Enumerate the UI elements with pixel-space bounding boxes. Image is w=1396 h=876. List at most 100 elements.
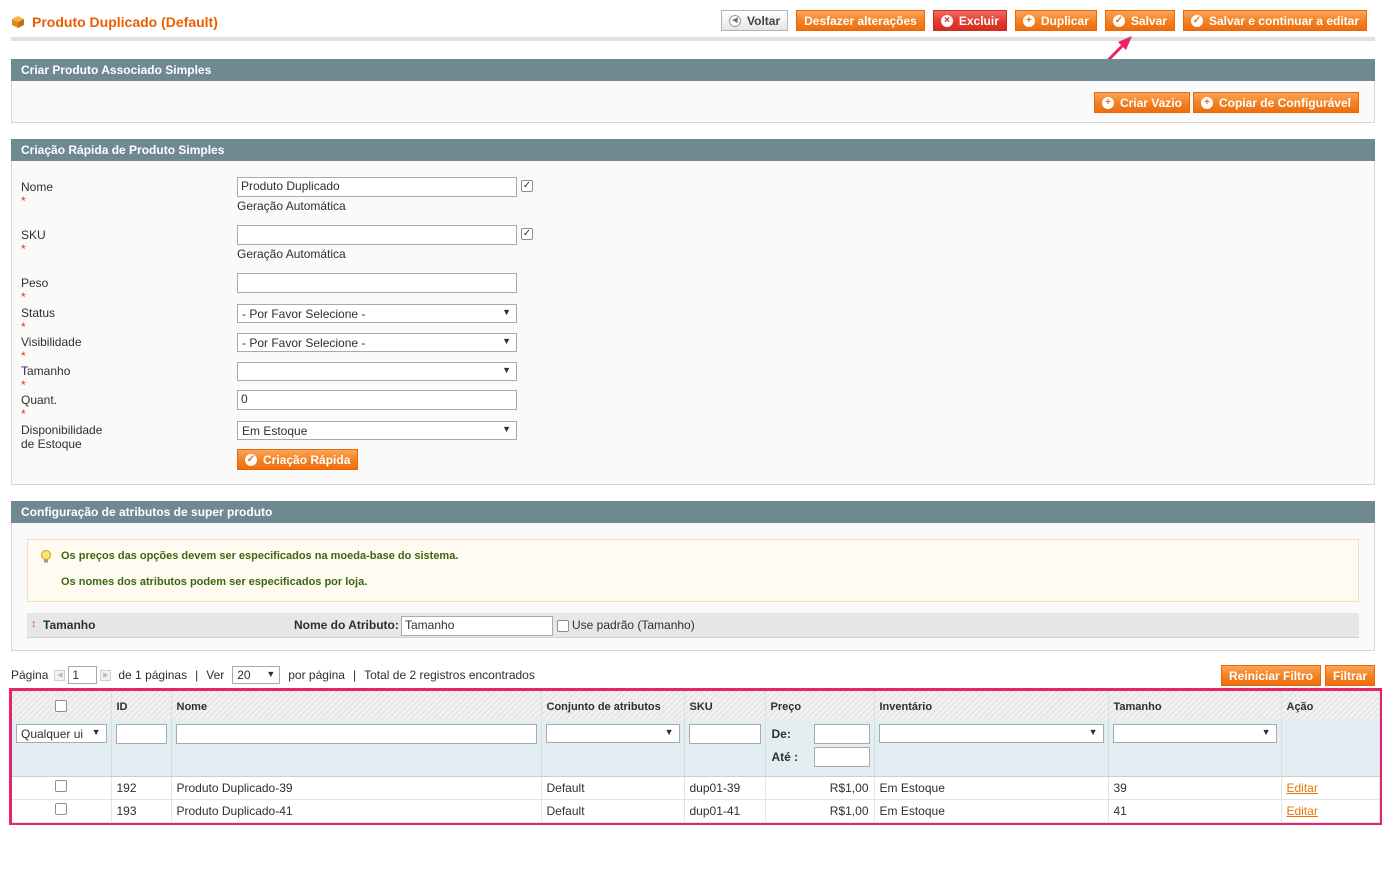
status-label: Status * — [21, 306, 56, 334]
delete-button-label: Excluir — [958, 13, 999, 28]
save-continue-button-label: Salvar e continuar a editar — [1208, 13, 1359, 28]
plus-icon: + — [1200, 96, 1213, 109]
stock-select[interactable]: Em Estoque ▼ — [237, 421, 517, 440]
select-all-header — [12, 691, 112, 719]
price-filter-range: De: Até : — [770, 724, 870, 772]
super-section-header: Configuração de atributos de super produ… — [11, 501, 1375, 523]
associated-section-header: Criar Produto Associado Simples — [11, 59, 1375, 81]
attribute-row: ↕ Tamanho Nome do Atributo: Tamanho Use … — [27, 613, 1359, 638]
inventory-filter-select[interactable]: ▼ — [878, 724, 1104, 743]
price-to-label: Até : — [771, 750, 799, 764]
reset-filter-button[interactable]: Reiniciar Filtro — [1221, 665, 1322, 686]
filter-cell-action — [1281, 719, 1380, 777]
qty-input[interactable]: 0 — [237, 390, 517, 410]
column-header-sku[interactable]: SKU — [684, 691, 766, 719]
copy-configurable-label: Copiar de Configurável — [1218, 95, 1351, 110]
notice-line-2: Os nomes dos atributos podem ser especif… — [61, 576, 368, 588]
per-page-select[interactable]: 20 ▼ — [232, 666, 281, 684]
attribute-label-input[interactable]: Tamanho — [401, 616, 553, 636]
column-header-id[interactable]: ID — [111, 691, 172, 719]
use-default-checkbox[interactable] — [557, 620, 569, 632]
name-filter-input[interactable] — [175, 724, 537, 744]
size-filter-select[interactable]: ▼ — [1112, 724, 1277, 743]
cell-inventory: Em Estoque — [874, 799, 1109, 823]
name-autogen-checkbox[interactable]: ✓ — [521, 180, 533, 192]
select-all-checkbox[interactable] — [55, 699, 68, 712]
table-row[interactable]: 192 Produto Duplicado-39 Default dup01-3… — [12, 776, 1380, 800]
attribute-name: Tamanho — [43, 618, 96, 632]
duplicate-button-label: Duplicar — [1040, 13, 1089, 28]
name-input[interactable]: Produto Duplicado — [237, 177, 517, 197]
quick-create-button[interactable]: ✓ Criação Rápida — [237, 449, 359, 470]
filter-button[interactable]: Filtrar — [1325, 665, 1376, 686]
back-arrow-icon: ◀ — [729, 14, 741, 27]
dropdown-arrow-icon: ▼ — [266, 669, 276, 679]
back-button[interactable]: ◀ Voltar — [721, 10, 789, 31]
stock-label: Disponibilidade de Estoque — [21, 423, 103, 451]
edit-link[interactable]: Editar — [1287, 804, 1318, 818]
filter-cell-price: De: Até : — [765, 719, 875, 777]
cell-action: Editar — [1281, 799, 1380, 823]
cell-id: 193 — [111, 799, 172, 823]
pager-view-label: Ver — [206, 668, 225, 682]
quick-section-title: Criação Rápida de Produto Simples — [21, 143, 225, 157]
name-label: Nome * — [21, 180, 54, 208]
status-select[interactable]: - Por Favor Selecione - ▼ — [237, 304, 517, 323]
cell-sku: dup01-41 — [684, 799, 766, 823]
cell-size: 39 — [1108, 776, 1282, 800]
filter-cell-select: Qualquer ui ▼ — [12, 719, 112, 777]
visibility-label: Visibilidade * — [21, 335, 82, 363]
row-checkbox[interactable] — [55, 803, 68, 815]
reset-filter-label: Reiniciar Filtro — [1229, 668, 1314, 683]
pager-of-pages: de 1 páginas — [118, 668, 188, 682]
id-filter-input[interactable] — [115, 724, 167, 744]
weight-label: Peso * — [21, 276, 49, 304]
prev-page-icon[interactable]: ◀ — [54, 669, 66, 681]
dropdown-arrow-icon: ▼ — [502, 365, 511, 375]
per-page-value: 20 — [237, 668, 251, 682]
table-row[interactable]: 193 Produto Duplicado-41 Default dup01-4… — [12, 799, 1380, 823]
column-header-size[interactable]: Tamanho — [1108, 691, 1282, 719]
attribute-label-caption: Nome do Atributo: — [294, 618, 399, 632]
reset-button-label: Desfazer alterações — [804, 13, 917, 28]
column-header-price[interactable]: Preço — [765, 691, 875, 719]
save-button[interactable]: ✓ Salvar — [1104, 10, 1175, 31]
size-select[interactable]: ▼ — [237, 362, 517, 381]
grid-filter-row: Qualquer ui ▼ ▼ De: Até : ▼ ▼ — [12, 719, 1380, 777]
duplicate-button[interactable]: + Duplicar — [1014, 10, 1097, 31]
use-default-label: Use padrão (Tamanho) — [572, 618, 695, 632]
reset-button[interactable]: Desfazer alterações — [796, 10, 925, 31]
in-products-filter-select[interactable]: Qualquer ui ▼ — [16, 724, 107, 743]
page-number-input[interactable]: 1 — [68, 666, 98, 684]
edit-link[interactable]: Editar — [1287, 781, 1318, 795]
status-select-value: - Por Favor Selecione - — [242, 307, 366, 321]
sku-filter-input[interactable] — [688, 724, 761, 744]
filter-cell-size: ▼ — [1108, 719, 1282, 777]
save-continue-button[interactable]: ✓ Salvar e continuar a editar — [1182, 10, 1367, 31]
page-header: Produto Duplicado (Default) ◀ Voltar Des… — [11, 8, 1375, 41]
sku-autogen-checkbox[interactable]: ✓ — [521, 228, 533, 240]
sku-input[interactable] — [237, 225, 517, 245]
price-to-input[interactable] — [813, 747, 870, 767]
cell-price: R$1,00 — [765, 799, 875, 823]
drag-handle-icon[interactable]: ↕ — [31, 618, 37, 630]
next-page-icon[interactable]: ▶ — [100, 669, 112, 681]
visibility-select[interactable]: - Por Favor Selecione - ▼ — [237, 333, 517, 352]
delete-button[interactable]: × Excluir — [932, 10, 1007, 31]
row-checkbox[interactable] — [55, 780, 68, 792]
column-header-name[interactable]: Nome — [171, 691, 542, 719]
weight-input[interactable] — [237, 273, 517, 293]
pager-separator: | — [195, 668, 199, 682]
create-empty-button[interactable]: + Criar Vazio — [1093, 92, 1190, 113]
super-section-title: Configuração de atributos de super produ… — [21, 505, 273, 519]
dropdown-arrow-icon: ▼ — [662, 727, 674, 737]
column-header-inventory[interactable]: Inventário — [874, 691, 1109, 719]
product-box-icon — [11, 15, 25, 29]
column-header-attribute-set[interactable]: Conjunto de atributos — [541, 691, 685, 719]
copy-configurable-button[interactable]: + Copiar de Configurável — [1192, 92, 1359, 113]
attribute-set-filter-select[interactable]: ▼ — [545, 724, 680, 743]
cell-price: R$1,00 — [765, 776, 875, 800]
price-from-input[interactable] — [813, 724, 870, 744]
pager-separator: | — [352, 668, 357, 682]
size-label: Tamanho * — [21, 364, 71, 392]
